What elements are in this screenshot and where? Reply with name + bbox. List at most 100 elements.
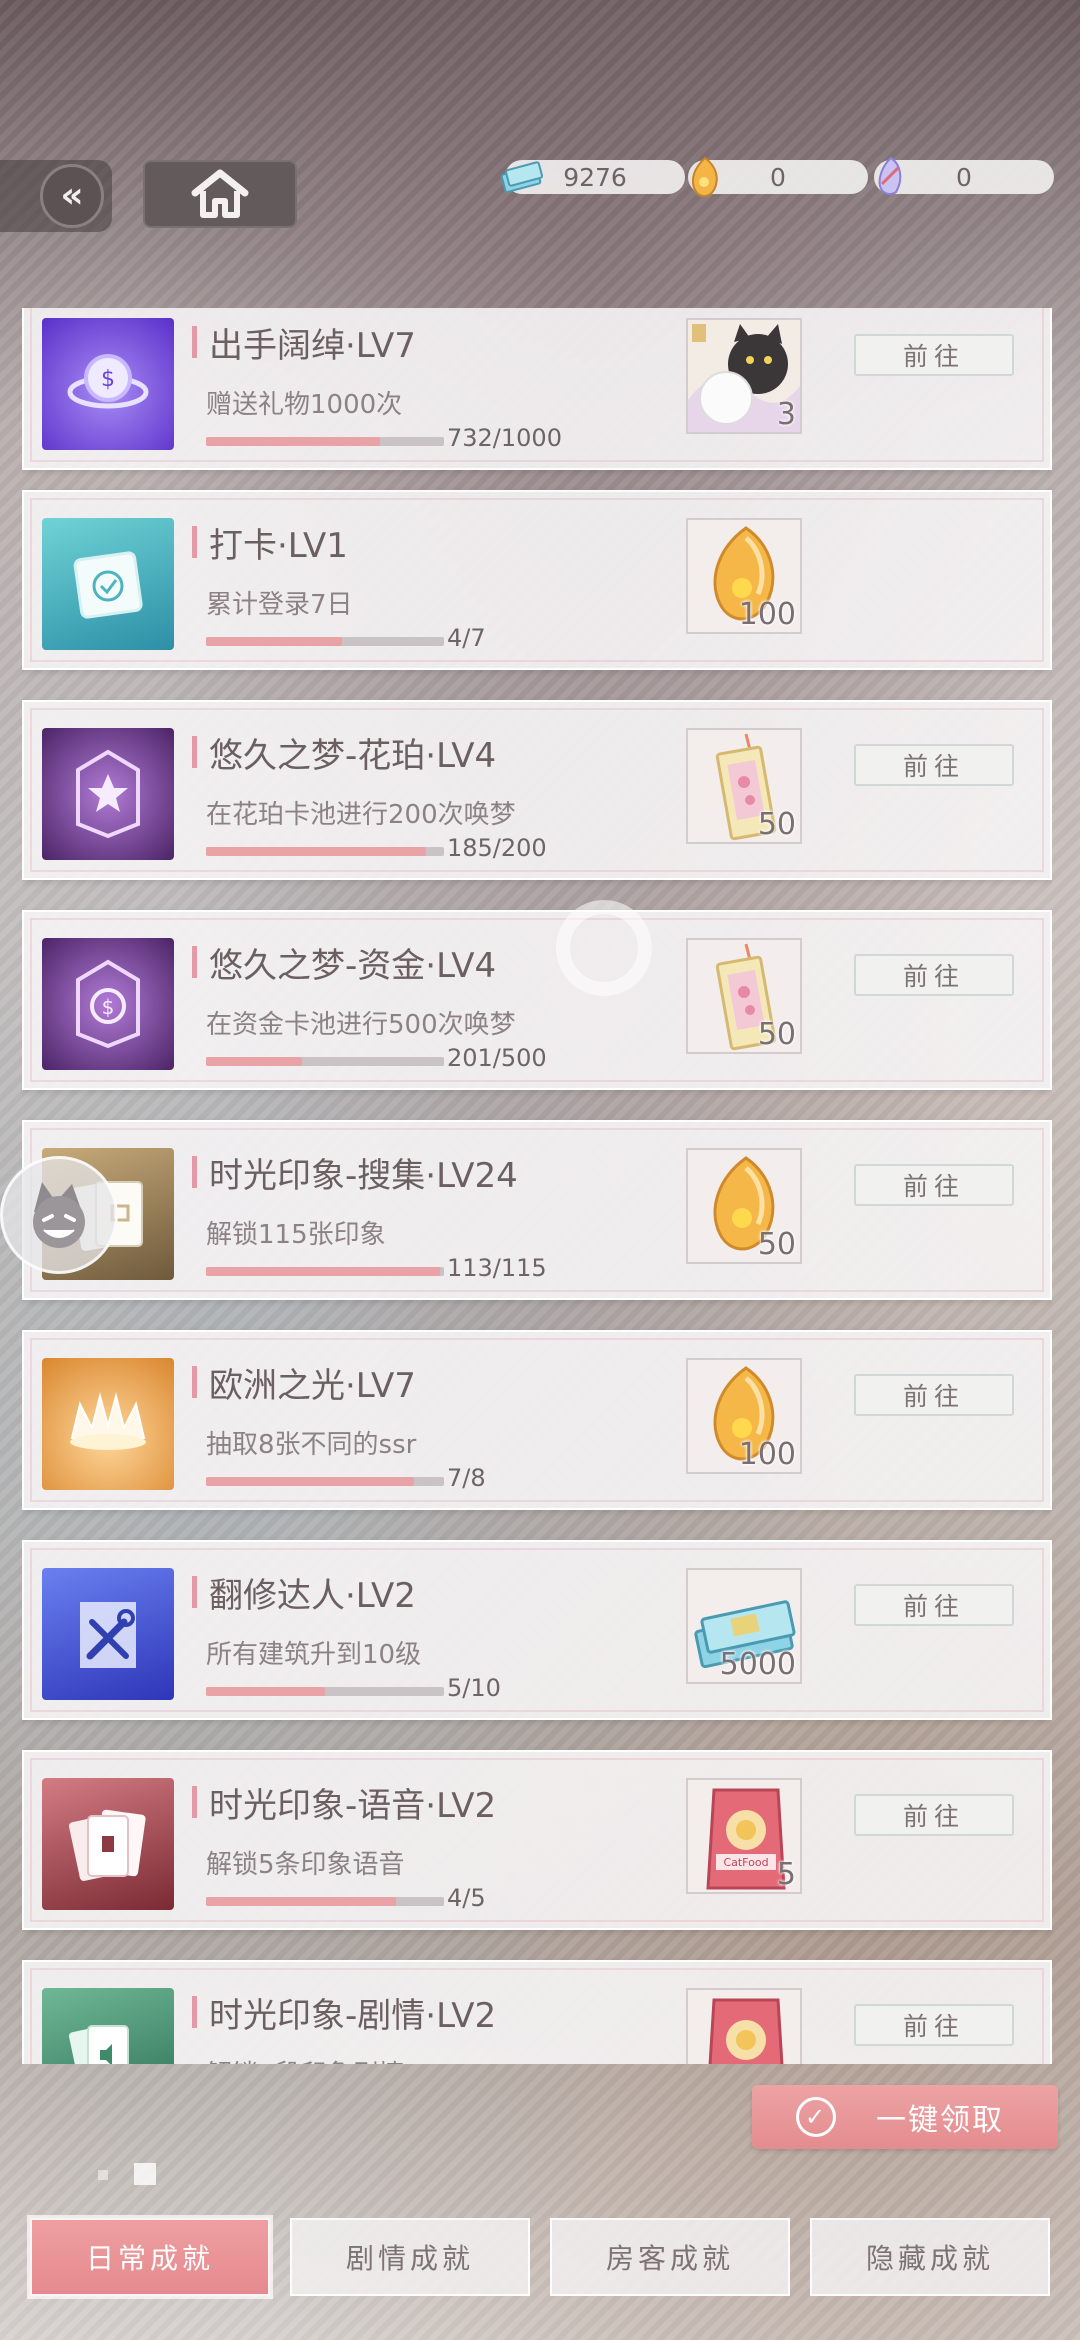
- voice-impression-badge-icon: [42, 1778, 174, 1910]
- title-accent: [192, 326, 197, 358]
- achievement-title: 时光印象-搜集·LV24: [209, 1156, 518, 1196]
- reward-item[interactable]: 100: [686, 1358, 802, 1474]
- achievement-card: $ 悠久之梦-资金·LV4 在资金卡池进行500次唤梦 201/500 50 前…: [22, 910, 1052, 1090]
- achievement-desc: 抽取8张不同的ssr: [206, 1430, 417, 1460]
- home-icon: [191, 169, 249, 218]
- achievement-card: 翻修达人·LV2 所有建筑升到10级 5/10 5000 前往: [22, 1540, 1052, 1720]
- progress-fill: [206, 1477, 415, 1486]
- currency-value: 0: [956, 162, 972, 192]
- title-accent: [192, 1576, 197, 1608]
- achievement-card: 欧洲之光·LV7 抽取8张不同的ssr 7/8 100 前往: [22, 1330, 1052, 1510]
- home-button[interactable]: [143, 160, 297, 228]
- tab-daily[interactable]: 日常成就: [30, 2218, 270, 2296]
- achievement-title: 翻修达人·LV2: [209, 1576, 416, 1616]
- reward-count: 50: [757, 1017, 796, 1052]
- progress-bar: [206, 637, 444, 646]
- title-accent: [192, 1156, 197, 1188]
- tab-story[interactable]: 剧情成就: [290, 2218, 530, 2296]
- progress-text: 4/7: [447, 624, 486, 652]
- goto-button[interactable]: 前往: [854, 744, 1014, 786]
- reward-item[interactable]: 100: [686, 518, 802, 634]
- reward-count: 50: [757, 1227, 796, 1262]
- floating-assistant-button[interactable]: [0, 1156, 118, 1274]
- title-accent: [192, 1786, 197, 1818]
- title-accent: [192, 526, 197, 558]
- achievement-title: 出手阔绰·LV7: [209, 326, 416, 366]
- progress-fill: [206, 1267, 440, 1276]
- achievement-desc: 解锁5条印象语音: [206, 1850, 405, 1880]
- currency-amber: 0: [688, 156, 868, 197]
- tab-hidden[interactable]: 隐藏成就: [810, 2218, 1050, 2296]
- reward-item[interactable]: [686, 1988, 802, 2064]
- checkin-calendar-badge-icon: [42, 518, 174, 650]
- category-tabs: 日常成就 剧情成就 房客成就 隐藏成就: [30, 2218, 1060, 2298]
- progress-bar: [206, 1687, 444, 1696]
- reward-item[interactable]: 50: [686, 938, 802, 1054]
- gift-coin-badge-icon: $: [42, 318, 174, 450]
- goto-button[interactable]: 前往: [854, 1374, 1014, 1416]
- title-accent: [192, 946, 197, 978]
- achievement-title: 时光印象-剧情·LV2: [209, 1996, 497, 2036]
- feather-crystal-icon: [878, 156, 902, 195]
- check-icon: ✓: [796, 2097, 836, 2137]
- catfood-label: CatFood: [723, 1856, 768, 1869]
- goto-button[interactable]: 前往: [854, 1584, 1014, 1626]
- reward-count: 50: [757, 807, 796, 842]
- achievement-card: 悠久之梦-花珀·LV4 在花珀卡池进行200次唤梦 185/200 50 前往: [22, 700, 1052, 880]
- claim-all-label: 一键领取: [876, 2103, 1004, 2138]
- svg-text:$: $: [102, 995, 115, 1019]
- achievement-desc: 在花珀卡池进行200次唤梦: [206, 800, 516, 830]
- amber-crystal-icon: [691, 156, 718, 197]
- tab-tenant[interactable]: 房客成就: [550, 2218, 790, 2296]
- achievement-card: 时光印象-搜集·LV24 解锁115张印象 113/115 50 前往: [22, 1120, 1052, 1300]
- currency-feather: 0: [874, 156, 1054, 195]
- achievement-card: 时光印象-语音·LV2 解锁5条印象语音 4/5 CatFood 5 前往: [22, 1750, 1052, 1930]
- decoration-square: [134, 2163, 156, 2185]
- reward-item[interactable]: 50: [686, 728, 802, 844]
- progress-bar: [206, 847, 444, 856]
- progress-fill: [206, 1057, 302, 1066]
- progress-text: 732/1000: [447, 424, 562, 452]
- dream-coin-badge-icon: $: [42, 938, 174, 1070]
- progress-fill: [206, 847, 427, 856]
- svg-text:$: $: [101, 367, 115, 392]
- progress-text: 5/10: [447, 1674, 501, 1702]
- reward-item[interactable]: 3: [686, 318, 802, 434]
- currency-value: 0: [770, 162, 786, 192]
- goto-button[interactable]: 前往: [854, 1794, 1014, 1836]
- progress-bar: [206, 1267, 444, 1276]
- progress-text: 185/200: [447, 834, 547, 862]
- reward-item[interactable]: CatFood 5: [686, 1778, 802, 1894]
- goto-button[interactable]: 前往: [854, 954, 1014, 996]
- progress-fill: [206, 437, 381, 446]
- progress-fill: [206, 637, 342, 646]
- decoration-square: [98, 2170, 108, 2180]
- progress-bar: [206, 1057, 444, 1066]
- progress-bar: [206, 1897, 444, 1906]
- goto-button[interactable]: 前往: [854, 2004, 1014, 2046]
- reward-item[interactable]: 50: [686, 1148, 802, 1264]
- crown-badge-icon: [42, 1358, 174, 1490]
- achievement-list[interactable]: $ 出手阔绰·LV7 赠送礼物1000次 732/1000 3 前往 打卡·LV…: [22, 308, 1052, 2064]
- catfood-bag-icon: [708, 1998, 784, 2064]
- goto-button[interactable]: 前往: [854, 334, 1014, 376]
- progress-fill: [206, 1897, 397, 1906]
- title-accent: [192, 1366, 197, 1398]
- achievement-desc: 累计登录7日: [206, 590, 353, 620]
- achievement-title: 欧洲之光·LV7: [209, 1366, 416, 1406]
- title-accent: [192, 736, 197, 768]
- grinning-mascot-icon: [33, 1182, 85, 1248]
- achievement-desc: 解锁5段印象剧情: [206, 2054, 405, 2064]
- currency-value: 9276: [563, 162, 627, 192]
- back-button[interactable]: «: [0, 160, 112, 232]
- progress-text: 4/5: [447, 1884, 486, 1912]
- goto-button[interactable]: 前往: [854, 1164, 1014, 1206]
- renovation-tools-badge-icon: [42, 1568, 174, 1700]
- reward-item[interactable]: 5000: [686, 1568, 802, 1684]
- achievement-title: 悠久之梦-资金·LV4: [209, 946, 497, 986]
- double-chevron-left-icon: «: [40, 164, 104, 228]
- achievement-desc: 在资金卡池进行500次唤梦: [206, 1010, 516, 1040]
- dream-flower-badge-icon: [42, 728, 174, 860]
- claim-all-button[interactable]: ✓ 一键领取: [752, 2085, 1058, 2149]
- achievement-desc: 解锁115张印象: [206, 1220, 386, 1250]
